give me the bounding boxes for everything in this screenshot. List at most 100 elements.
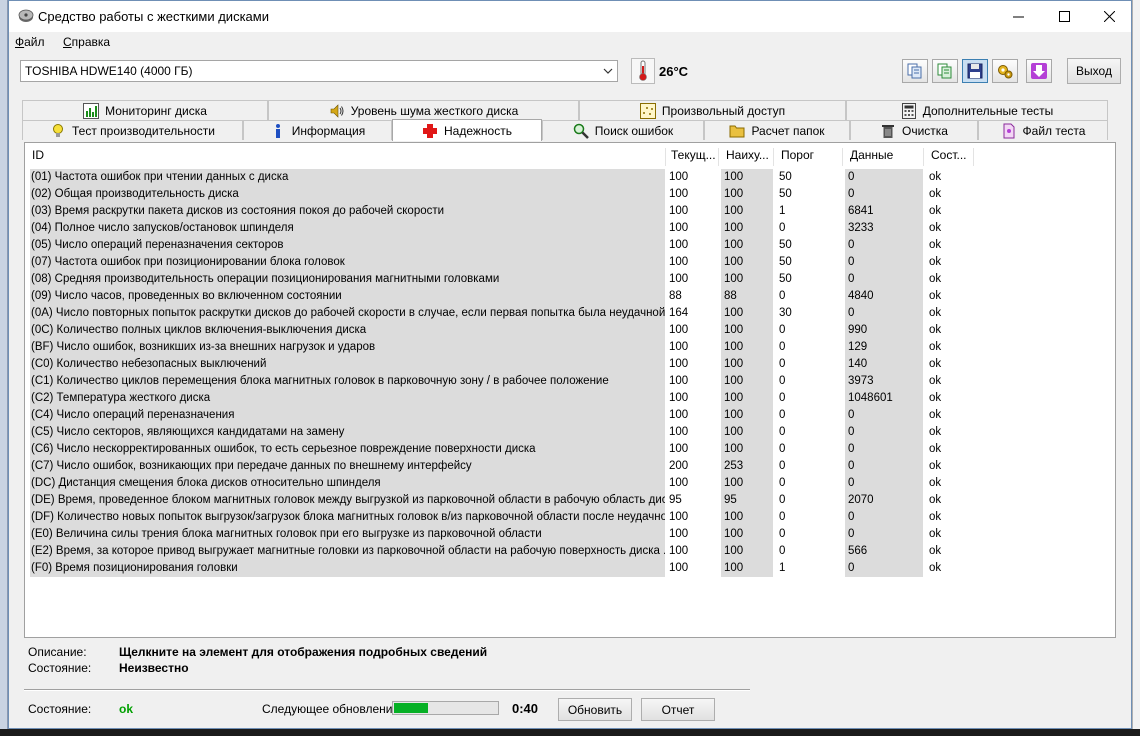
cell-worst: 100 — [721, 560, 773, 577]
cell-worst: 100 — [721, 543, 773, 560]
settings-button[interactable] — [992, 59, 1018, 83]
tab-error-search[interactable]: Поиск ошибок — [542, 120, 704, 140]
cell-status: ok — [926, 305, 976, 322]
cell-threshold: 0 — [776, 407, 842, 424]
cell-data: 3233 — [845, 220, 923, 237]
tab-label: Дополнительные тесты — [922, 103, 1054, 118]
cell-current: 100 — [666, 169, 718, 186]
cell-data: 6841 — [845, 203, 923, 220]
cell-data: 3973 — [845, 373, 923, 390]
tab-reliability[interactable]: Надежность — [392, 119, 542, 141]
cell-threshold: 0 — [776, 339, 842, 356]
cell-status: ok — [926, 373, 976, 390]
cell-status: ok — [926, 322, 976, 339]
cell-worst: 100 — [721, 271, 773, 288]
minimize-button[interactable] — [995, 1, 1041, 32]
tab-noise-level[interactable]: Уровень шума жесткого диска — [268, 100, 579, 120]
cell-worst: 100 — [721, 407, 773, 424]
cell-data: 0 — [845, 271, 923, 288]
cell-id: (C4) Число операций переназначения — [30, 407, 665, 424]
menu-file[interactable]: Файл — [15, 35, 45, 49]
cell-status: ok — [926, 254, 976, 271]
next-update-label: Следующее обновление: — [262, 702, 403, 716]
cell-id: (0A) Число повторных попыток раскрутки д… — [30, 305, 665, 322]
cell-status: ok — [926, 220, 976, 237]
cell-current: 100 — [666, 254, 718, 271]
cell-current: 100 — [666, 509, 718, 526]
report-button[interactable]: Отчет — [641, 698, 715, 721]
download-button[interactable] — [1026, 59, 1052, 83]
column-header-worst[interactable]: Наиху... — [719, 148, 774, 166]
cell-current: 100 — [666, 373, 718, 390]
column-header-id[interactable]: ID — [25, 148, 666, 166]
save-button[interactable] — [962, 59, 988, 83]
cell-data: 0 — [845, 169, 923, 186]
cell-threshold: 50 — [776, 186, 842, 203]
cell-current: 100 — [666, 475, 718, 492]
cell-status: ok — [926, 288, 976, 305]
cell-data: 0 — [845, 441, 923, 458]
tab-label: Поиск ошибок — [594, 123, 674, 138]
cell-status: ok — [926, 186, 976, 203]
cell-id: (F0) Время позиционирования головки — [30, 560, 665, 577]
tab-random-access[interactable]: Произвольный доступ — [579, 100, 846, 120]
cell-current: 95 — [666, 492, 718, 509]
cell-worst: 100 — [721, 526, 773, 543]
column-header-data[interactable]: Данные — [843, 148, 924, 166]
menu-bar: Файл Справка — [9, 32, 1131, 52]
cell-threshold: 0 — [776, 373, 842, 390]
column-header-threshold[interactable]: Порог — [774, 148, 843, 166]
tab-performance-test[interactable]: Тест производительности — [22, 120, 243, 140]
cell-id: (08) Средняя производительность операции… — [30, 271, 665, 288]
status-label: Состояние: — [28, 702, 92, 716]
exit-button[interactable]: Выход — [1067, 58, 1121, 84]
tab-cleanup[interactable]: Очистка — [850, 120, 978, 140]
cell-current: 100 — [666, 543, 718, 560]
magnifier-icon — [573, 123, 589, 139]
tab-information[interactable]: Информация — [243, 120, 392, 140]
cell-worst: 100 — [721, 373, 773, 390]
tab-folder-size[interactable]: Расчет папок — [704, 120, 850, 140]
temperature-value: 26°C — [659, 64, 689, 79]
cell-worst: 100 — [721, 237, 773, 254]
refresh-button[interactable]: Обновить — [558, 698, 632, 721]
cell-current: 88 — [666, 288, 718, 305]
cell-status: ok — [926, 543, 976, 560]
tab-label: Мониторинг диска — [105, 103, 207, 118]
tab-test-file[interactable]: Файл теста — [978, 120, 1108, 140]
separator — [24, 689, 750, 691]
cell-id: (09) Число часов, проведенных во включен… — [30, 288, 665, 305]
copy-button[interactable] — [902, 59, 928, 83]
tab-extra-tests[interactable]: Дополнительные тесты — [846, 100, 1108, 120]
bar-chart-icon — [83, 102, 100, 119]
column-header-current[interactable]: Текущ... — [664, 148, 719, 166]
cell-data: 566 — [845, 543, 923, 560]
tab-disk-monitoring[interactable]: Мониторинг диска — [22, 100, 268, 120]
menu-help[interactable]: Справка — [63, 35, 110, 49]
description-value: Щелкните на элемент для отображения подр… — [119, 645, 488, 659]
cell-current: 100 — [666, 424, 718, 441]
close-button[interactable] — [1086, 1, 1132, 32]
cell-current: 200 — [666, 458, 718, 475]
state-label: Состояние: — [28, 661, 92, 675]
cell-threshold: 0 — [776, 458, 842, 475]
window-title: Средство работы с жесткими дисками — [38, 9, 269, 24]
maximize-button[interactable] — [1041, 1, 1087, 32]
cell-data: 0 — [845, 509, 923, 526]
drive-select[interactable]: TOSHIBA HDWE140 (4000 ГБ) — [20, 60, 618, 82]
lightbulb-icon — [53, 123, 64, 137]
cell-current: 100 — [666, 390, 718, 407]
cell-id: (E0) Величина силы трения блока магнитны… — [30, 526, 665, 543]
cell-threshold: 0 — [776, 390, 842, 407]
cell-id: (C5) Число секторов, являющихся кандидат… — [30, 424, 665, 441]
update-progress-bar — [392, 701, 499, 715]
column-header-status[interactable]: Сост... — [924, 148, 974, 166]
cell-id: (C6) Число нескорректированных ошибок, т… — [30, 441, 665, 458]
cell-threshold: 0 — [776, 509, 842, 526]
thermometer-icon — [631, 58, 655, 84]
cell-threshold: 1 — [776, 203, 842, 220]
cell-status: ok — [926, 339, 976, 356]
copy-all-button[interactable] — [932, 59, 958, 83]
cell-threshold: 0 — [776, 356, 842, 373]
tab-label: Очистка — [902, 123, 948, 138]
